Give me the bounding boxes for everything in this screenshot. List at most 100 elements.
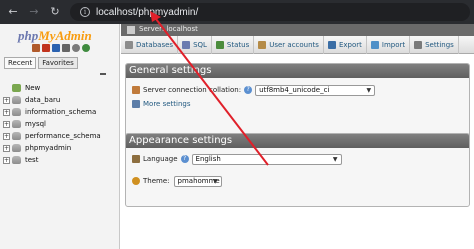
general-settings-panel: General settings Server connection colla…: [125, 63, 470, 140]
tab-label: Databases: [136, 40, 174, 49]
gear-icon[interactable]: [72, 44, 80, 52]
database-icon: [125, 40, 133, 49]
tree-item-label[interactable]: phpmyadmin: [25, 144, 71, 152]
expand-icon[interactable]: +: [3, 120, 10, 128]
theme-select[interactable]: pmahomme ▼: [173, 175, 222, 187]
collapse-all-icon[interactable]: [100, 73, 106, 75]
tree-item-test[interactable]: + test: [3, 154, 118, 166]
tree-item-label[interactable]: information_schema: [25, 108, 96, 116]
theme-label: Theme:: [143, 177, 170, 185]
export-icon: [327, 40, 336, 49]
phpmyadmin-logo[interactable]: phpMyAdmin: [18, 28, 92, 44]
language-value: English: [195, 154, 221, 163]
database-icon: [12, 96, 21, 104]
address-bar[interactable]: i localhost/phpmyadmin/: [70, 3, 470, 21]
expand-icon[interactable]: +: [3, 132, 10, 140]
tab-label: Import: [381, 40, 406, 49]
help-icon[interactable]: ?: [244, 86, 253, 94]
query-window-icon[interactable]: [52, 44, 60, 52]
quick-links: [32, 44, 90, 52]
browser-toolbar: ← → ↻ ⌂ i localhost/phpmyadmin/: [0, 0, 474, 24]
breadcrumb-server[interactable]: Server: localhost: [139, 25, 198, 33]
users-icon: [258, 40, 267, 49]
language-label: Language: [143, 155, 178, 163]
panel-title: General settings: [126, 64, 469, 78]
language-icon: [132, 155, 140, 163]
theme-row: Theme: pmahomme ▼: [126, 174, 469, 188]
tree-item-label[interactable]: performance_schema: [25, 132, 101, 140]
tab-user-accounts[interactable]: User accounts: [254, 35, 324, 54]
help-icon[interactable]: ?: [180, 155, 189, 163]
theme-icon: [132, 177, 140, 185]
tab-favorites[interactable]: Favorites: [38, 57, 78, 69]
reload-icon[interactable]: ↻: [47, 4, 63, 20]
new-database-icon: [12, 84, 21, 92]
tab-sql[interactable]: SQL: [178, 35, 212, 54]
collation-value: utf8mb4_unicode_ci: [259, 85, 330, 94]
server-icon: [127, 26, 135, 34]
collation-row: Server connection collation: ? utf8mb4_u…: [126, 83, 469, 97]
expand-icon[interactable]: +: [3, 156, 10, 164]
tree-item-label[interactable]: data_baru: [25, 96, 60, 104]
import-icon: [370, 40, 379, 49]
expand-icon[interactable]: +: [3, 96, 10, 104]
database-icon: [12, 144, 21, 152]
tree-item-label[interactable]: mysql: [25, 120, 46, 128]
tab-label: Export: [338, 40, 362, 49]
url-text[interactable]: localhost/phpmyadmin/: [96, 7, 198, 18]
collation-icon: [132, 86, 140, 94]
tab-export[interactable]: Export: [324, 35, 367, 54]
database-tree: New + data_baru + information_schema + m…: [3, 82, 118, 166]
server-tabs: Databases SQL Status User accounts Expor…: [121, 35, 474, 54]
database-icon: [12, 132, 21, 140]
expand-icon[interactable]: +: [3, 144, 10, 152]
tree-item-information-schema[interactable]: + information_schema: [3, 106, 118, 118]
chevron-down-icon: ▼: [332, 155, 338, 163]
back-icon[interactable]: ←: [5, 4, 21, 20]
collation-label: Server connection collation:: [143, 86, 242, 94]
status-icon: [215, 40, 224, 49]
tab-label: User accounts: [269, 40, 319, 49]
recent-favorites-tabs: Recent Favorites: [4, 57, 80, 69]
home-icon[interactable]: [32, 44, 40, 52]
navigation-panel: phpMyAdmin Recent Favorites New + data_b…: [0, 24, 120, 249]
sql-icon: [182, 40, 191, 49]
more-settings-row: More settings: [126, 97, 469, 111]
logout-icon[interactable]: [42, 44, 50, 52]
panel-title: Appearance settings: [126, 134, 469, 148]
tab-import[interactable]: Import: [367, 35, 411, 54]
tree-item-mysql[interactable]: + mysql: [3, 118, 118, 130]
reload-navigation-icon[interactable]: [82, 44, 90, 52]
logo-text-myadmin: MyAdmin: [38, 28, 92, 43]
tab-label: Status: [226, 40, 250, 49]
tree-item-new[interactable]: New: [3, 82, 118, 94]
tree-item-phpmyadmin[interactable]: + phpmyadmin: [3, 142, 118, 154]
tab-settings[interactable]: Settings: [410, 35, 459, 54]
tree-item-label[interactable]: New: [25, 84, 40, 92]
database-icon: [12, 156, 21, 164]
breadcrumb: Server: localhost: [121, 24, 474, 36]
wrench-icon: [132, 100, 140, 108]
expand-icon[interactable]: +: [3, 108, 10, 116]
documentation-icon[interactable]: [62, 44, 70, 52]
more-settings-link[interactable]: More settings: [143, 100, 191, 108]
tree-item-label[interactable]: test: [25, 156, 38, 164]
chevron-down-icon: ▼: [366, 86, 372, 94]
info-icon[interactable]: i: [80, 7, 90, 17]
tab-recent[interactable]: Recent: [4, 57, 37, 69]
tab-label: Settings: [425, 40, 454, 49]
language-row: Language ? English ▼: [126, 152, 469, 166]
tree-item-data-baru[interactable]: + data_baru: [3, 94, 118, 106]
forward-icon[interactable]: →: [26, 4, 42, 20]
collation-select[interactable]: utf8mb4_unicode_ci ▼: [255, 84, 376, 96]
tree-item-performance-schema[interactable]: + performance_schema: [3, 130, 118, 142]
database-icon: [12, 108, 21, 116]
language-select[interactable]: English ▼: [191, 153, 342, 165]
tab-databases[interactable]: Databases: [121, 35, 179, 54]
wrench-icon: [414, 40, 423, 49]
logo-text-php: php: [18, 28, 39, 43]
chevron-down-icon: ▼: [212, 177, 218, 185]
appearance-settings-panel: Appearance settings Language ? English ▼…: [125, 133, 470, 207]
tab-label: SQL: [193, 40, 207, 49]
tab-status[interactable]: Status: [212, 35, 255, 54]
